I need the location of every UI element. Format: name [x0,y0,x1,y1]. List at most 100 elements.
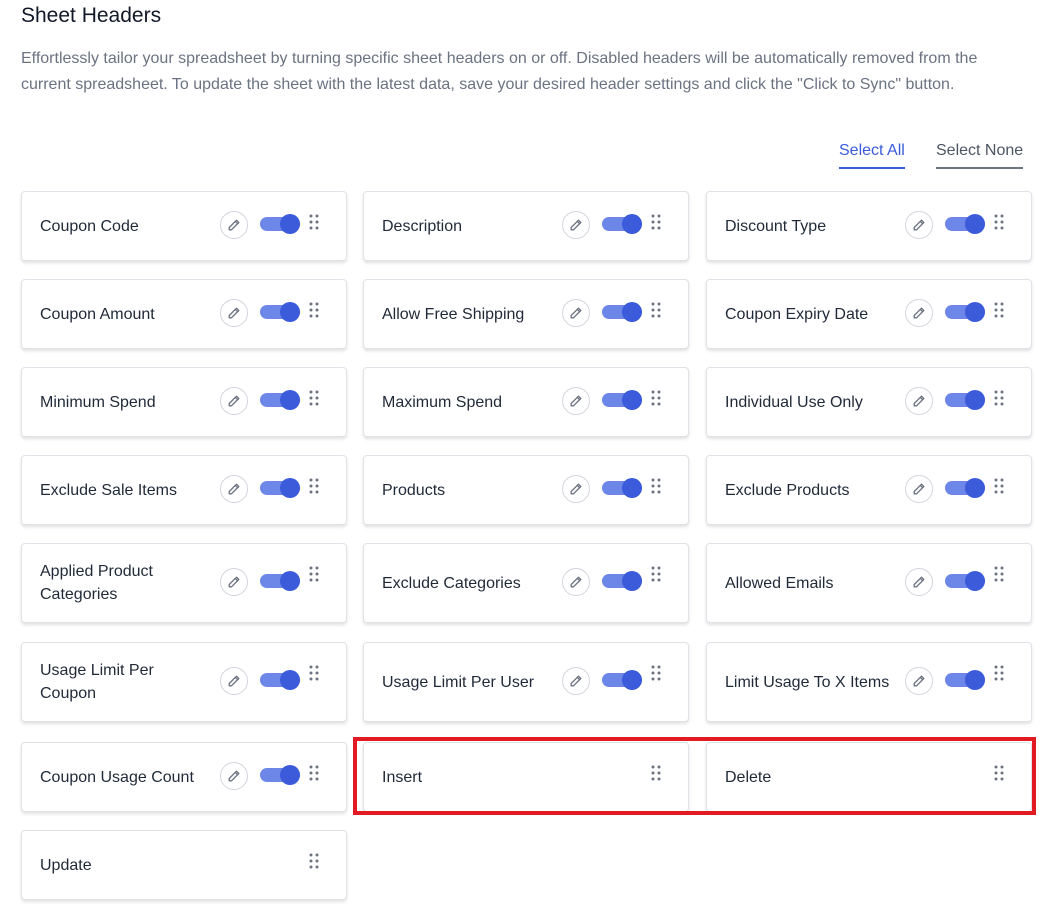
pencil-icon[interactable] [905,568,933,596]
header-label: Delete [725,768,772,786]
header-card-exclude-categories: Exclude Categories [363,543,689,623]
pencil-icon[interactable] [905,299,933,327]
pencil-icon[interactable] [905,387,933,415]
header-toggle[interactable] [602,390,642,410]
header-label: Exclude Products [725,481,850,499]
pencil-icon[interactable] [905,667,933,695]
pencil-icon[interactable] [562,568,590,596]
pencil-icon[interactable] [220,667,248,695]
header-toggle[interactable] [945,302,985,322]
header-card-allowed-emails: Allowed Emails [706,543,1032,623]
header-toggle[interactable] [260,571,300,591]
pencil-icon[interactable] [905,211,933,239]
header-toggle[interactable] [602,478,642,498]
drag-handle-icon[interactable] [651,566,661,582]
header-toggle[interactable] [945,214,985,234]
header-card-insert: Insert [363,742,689,812]
header-label: Usage Limit Per Coupon [40,662,154,702]
header-toggle[interactable] [260,478,300,498]
header-card-coupon-expiry-date: Coupon Expiry Date [706,279,1032,349]
header-toggle[interactable] [945,571,985,591]
pencil-icon[interactable] [562,211,590,239]
header-label: Update [40,856,92,874]
header-card-applied-product-categories: Applied Product Categories [21,543,347,623]
header-toggle[interactable] [945,670,985,690]
header-label: Exclude Sale Items [40,481,177,499]
header-card-update: Update [21,830,347,900]
drag-handle-icon[interactable] [309,765,319,781]
header-card-discount-type: Discount Type [706,191,1032,261]
drag-handle-icon[interactable] [309,478,319,494]
select-all-link[interactable]: Select All [839,142,905,169]
header-toggle[interactable] [260,670,300,690]
header-card-exclude-products: Exclude Products [706,455,1032,525]
drag-handle-icon[interactable] [309,566,319,582]
header-label: Limit Usage To X Items [725,673,890,691]
drag-handle-icon[interactable] [994,665,1004,681]
header-label: Coupon Code [40,217,139,235]
header-label: Individual Use Only [725,393,863,411]
header-label: Discount Type [725,217,827,235]
header-toggle[interactable] [602,302,642,322]
header-card-coupon-usage-count: Coupon Usage Count [21,742,347,812]
pencil-icon[interactable] [220,211,248,239]
header-label: Exclude Categories [382,574,521,592]
page-title: Sheet Headers [21,4,162,27]
drag-handle-icon[interactable] [651,302,661,318]
drag-handle-icon[interactable] [651,478,661,494]
drag-handle-icon[interactable] [651,665,661,681]
page-description: Effortlessly tailor your spreadsheet by … [21,50,978,93]
header-card-usage-limit-per-coupon: Usage Limit Per Coupon [21,642,347,722]
drag-handle-icon[interactable] [994,478,1004,494]
drag-handle-icon[interactable] [651,390,661,406]
header-label: Applied Product Categories [40,563,153,603]
drag-handle-icon[interactable] [994,302,1004,318]
pencil-icon[interactable] [220,475,248,503]
header-label: Description [382,217,463,235]
header-toggle[interactable] [945,478,985,498]
pencil-icon[interactable] [220,568,248,596]
header-toggle[interactable] [260,302,300,322]
header-card-maximum-spend: Maximum Spend [363,367,689,437]
drag-handle-icon[interactable] [309,390,319,406]
header-toggle[interactable] [602,214,642,234]
drag-handle-icon[interactable] [994,214,1004,230]
header-toggle[interactable] [602,571,642,591]
header-label: Minimum Spend [40,393,156,411]
header-label: Coupon Usage Count [40,768,194,786]
header-card-minimum-spend: Minimum Spend [21,367,347,437]
header-toggle[interactable] [945,390,985,410]
header-label: Allowed Emails [725,574,834,592]
header-toggle[interactable] [260,390,300,410]
drag-handle-icon[interactable] [309,302,319,318]
select-none-link[interactable]: Select None [936,142,1024,169]
drag-handle-icon[interactable] [994,390,1004,406]
pencil-icon[interactable] [562,299,590,327]
pencil-icon[interactable] [562,387,590,415]
drag-handle-icon[interactable] [309,214,319,230]
header-card-exclude-sale-items: Exclude Sale Items [21,455,347,525]
pencil-icon[interactable] [562,475,590,503]
drag-handle-icon[interactable] [651,765,661,781]
header-toggle[interactable] [602,670,642,690]
pencil-icon[interactable] [220,299,248,327]
pencil-icon[interactable] [220,387,248,415]
header-card-allow-free-shipping: Allow Free Shipping [363,279,689,349]
header-toggle[interactable] [260,214,300,234]
drag-handle-icon[interactable] [309,665,319,681]
pencil-icon[interactable] [562,667,590,695]
header-card-description: Description [363,191,689,261]
header-toggle[interactable] [260,765,300,785]
header-card-delete: Delete [706,742,1032,812]
header-label: Products [382,481,446,499]
drag-handle-icon[interactable] [651,214,661,230]
header-card-coupon-amount: Coupon Amount [21,279,347,349]
header-label: Coupon Expiry Date [725,305,869,323]
drag-handle-icon[interactable] [994,566,1004,582]
header-label: Usage Limit Per User [382,673,535,691]
pencil-icon[interactable] [220,762,248,790]
drag-handle-icon[interactable] [309,853,319,869]
header-label: Maximum Spend [382,393,503,411]
drag-handle-icon[interactable] [994,765,1004,781]
pencil-icon[interactable] [905,475,933,503]
